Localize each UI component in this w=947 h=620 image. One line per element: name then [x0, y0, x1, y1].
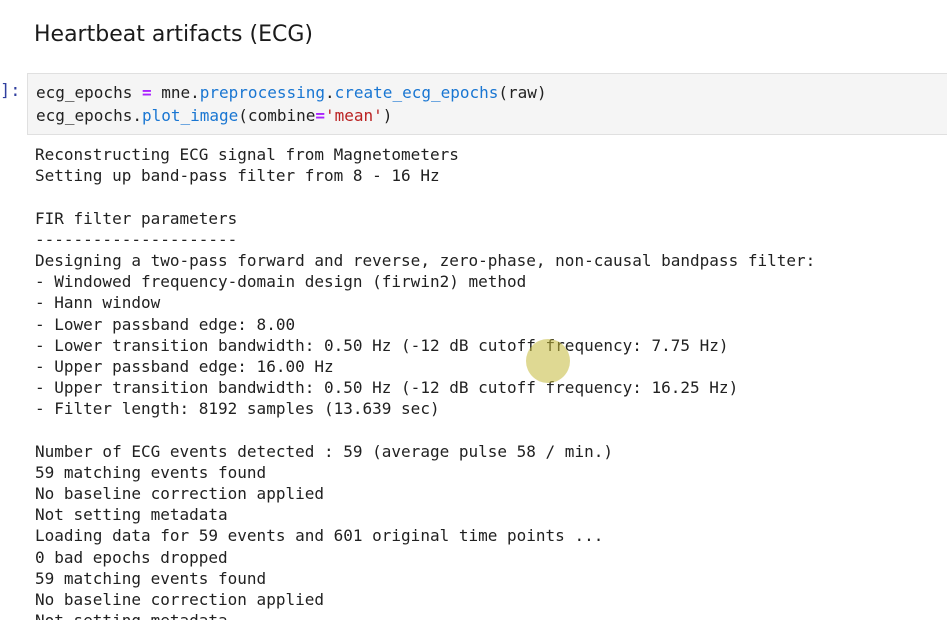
- output-line: FIR filter parameters: [35, 208, 238, 228]
- output-line: Loading data for 59 events and 601 origi…: [35, 526, 604, 546]
- code-token: ecg_epochs.: [36, 106, 142, 125]
- output-line: ---------------------: [35, 229, 238, 249]
- code-line-1: ecg_epochs = mne.preprocessing.create_ec…: [36, 82, 547, 103]
- output-line: 0 bad epochs dropped: [35, 547, 228, 567]
- code-token: plot_image: [141, 106, 239, 125]
- output-line: - Upper passband edge: 16.00 Hz: [35, 356, 334, 376]
- code-token: (raw): [498, 83, 547, 102]
- output-line: - Lower passband edge: 8.00: [35, 314, 296, 334]
- output-line: Not setting metadata: [35, 610, 940, 620]
- output-line: No baseline correction applied: [35, 484, 324, 503]
- output-line: 59 matching events found: [35, 462, 267, 482]
- output-line: 59 matching events found: [35, 568, 267, 588]
- output-line: Designing a two-pass forward and reverse…: [35, 250, 816, 270]
- code-token: create_ecg_epochs: [334, 83, 499, 102]
- cell-prompt: ]:: [0, 81, 21, 101]
- output-line: - Upper transition bandwidth: 0.50 Hz (-…: [35, 378, 739, 398]
- cell-output: Reconstructing ECG signal from Magnetome…: [35, 144, 940, 620]
- output-line: - Filter length: 8192 samples (13.639 se…: [35, 399, 440, 419]
- code-token: ecg_epochs: [36, 83, 133, 102]
- code-token: ): [382, 106, 393, 125]
- code-cell-input[interactable]: ecg_epochs = mne.preprocessing.create_ec…: [27, 73, 947, 135]
- code-token: .: [325, 83, 335, 102]
- code-token: mne.: [161, 83, 200, 102]
- output-line: Setting up band-pass filter from 8 - 16 …: [35, 166, 440, 186]
- code-token: (combine: [238, 106, 316, 125]
- code-token: =: [132, 83, 162, 102]
- output-line: Number of ECG events detected : 59 (aver…: [35, 441, 613, 461]
- output-line: - Hann window: [35, 293, 161, 313]
- code-line-2: ecg_epochs.plot_image(combine='mean'): [36, 105, 392, 126]
- section-heading: Heartbeat artifacts (ECG): [34, 22, 313, 47]
- output-line: Reconstructing ECG signal from Magnetome…: [35, 145, 459, 164]
- output-line: No baseline correction applied: [35, 589, 324, 609]
- code-token: 'mean': [325, 106, 383, 125]
- output-line: - Lower transition bandwidth: 0.50 Hz (-…: [35, 335, 729, 355]
- code-token: preprocessing: [199, 83, 325, 102]
- output-line: - Windowed frequency-domain design (firw…: [35, 272, 527, 292]
- code-token: =: [315, 106, 325, 125]
- output-line: Not setting metadata: [35, 505, 228, 525]
